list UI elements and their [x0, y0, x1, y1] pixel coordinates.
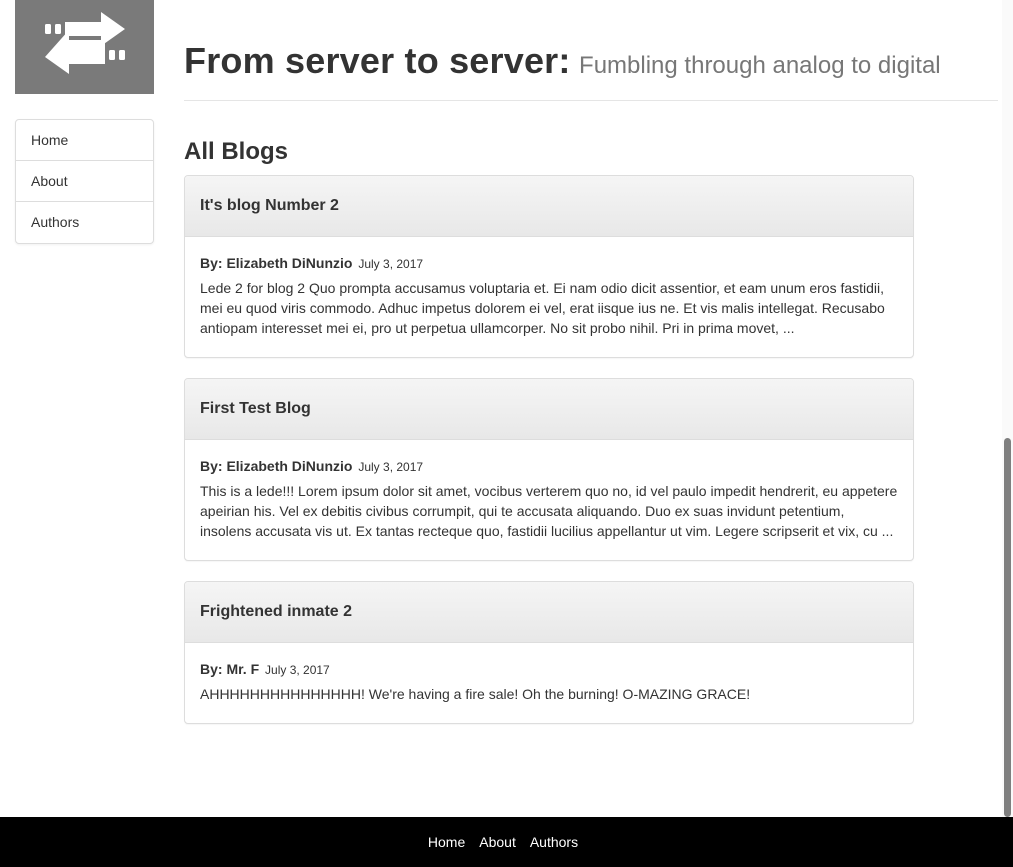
blog-post-lede: Lede 2 for blog 2 Quo prompta accusamus … [200, 280, 885, 336]
blog-post-byline: By: Mr. F July 3, 2017 [200, 659, 898, 680]
page-footer: Home About Authors [0, 817, 1013, 867]
scrollbar-track[interactable] [1002, 0, 1013, 817]
site-title: From server to server: [184, 40, 571, 81]
blog-post-author: Elizabeth DiNunzio [226, 255, 353, 271]
footer-link-home[interactable]: Home [428, 834, 465, 850]
blog-post-author: Elizabeth DiNunzio [226, 458, 353, 474]
site-subtitle: Fumbling through analog to digital [579, 52, 941, 79]
scrollbar-thumb[interactable] [1004, 438, 1011, 817]
by-label: By: [200, 458, 223, 474]
sidebar-nav: Home About Authors [15, 119, 154, 244]
blog-post-lede: This is a lede!!! Lorem ipsum dolor sit … [200, 483, 898, 539]
footer-link-about[interactable]: About [479, 834, 516, 850]
section-title: All Blogs [184, 138, 289, 165]
by-label: By: [200, 661, 223, 677]
sidebar-item-about[interactable]: About [16, 161, 153, 202]
blog-post-body: By: Elizabeth DiNunzio July 3, 2017 Lede… [185, 237, 913, 357]
page: From server to server: Fumbling through … [0, 0, 1013, 867]
blog-list: It's blog Number 2 By: Elizabeth DiNunzi… [184, 175, 914, 744]
blog-post-lede: AHHHHHHHHHHHHHHH! We're having a fire sa… [200, 686, 751, 702]
blog-post-title[interactable]: It's blog Number 2 [185, 176, 913, 237]
blog-post-byline: By: Elizabeth DiNunzio July 3, 2017 [200, 456, 898, 477]
sidebar-item-authors[interactable]: Authors [16, 202, 153, 243]
blog-post-card: Frightened inmate 2 By: Mr. F July 3, 20… [184, 581, 914, 724]
blog-post-date: July 3, 2017 [265, 663, 330, 677]
blog-post-date: July 3, 2017 [358, 460, 424, 474]
footer-link-authors[interactable]: Authors [530, 834, 578, 850]
page-header: From server to server: Fumbling through … [184, 40, 998, 101]
blog-post-author: Mr. F [226, 661, 260, 677]
blog-post-card: First Test Blog By: Elizabeth DiNunzio J… [184, 378, 914, 561]
blog-post-byline: By: Elizabeth DiNunzio July 3, 2017 [200, 253, 898, 274]
by-label: By: [200, 255, 223, 271]
blog-post-date: July 3, 2017 [358, 257, 424, 271]
swap-arrows-icon [44, 12, 125, 74]
blog-post-body: By: Elizabeth DiNunzio July 3, 2017 This… [185, 440, 913, 560]
blog-post-body: By: Mr. F July 3, 2017 AHHHHHHHHHHHHHHH!… [185, 643, 913, 723]
blog-post-title[interactable]: First Test Blog [185, 379, 913, 440]
site-logo[interactable] [15, 0, 154, 94]
blog-post-card: It's blog Number 2 By: Elizabeth DiNunzi… [184, 175, 914, 358]
blog-post-title[interactable]: Frightened inmate 2 [185, 582, 913, 643]
sidebar-item-home[interactable]: Home [16, 120, 153, 161]
